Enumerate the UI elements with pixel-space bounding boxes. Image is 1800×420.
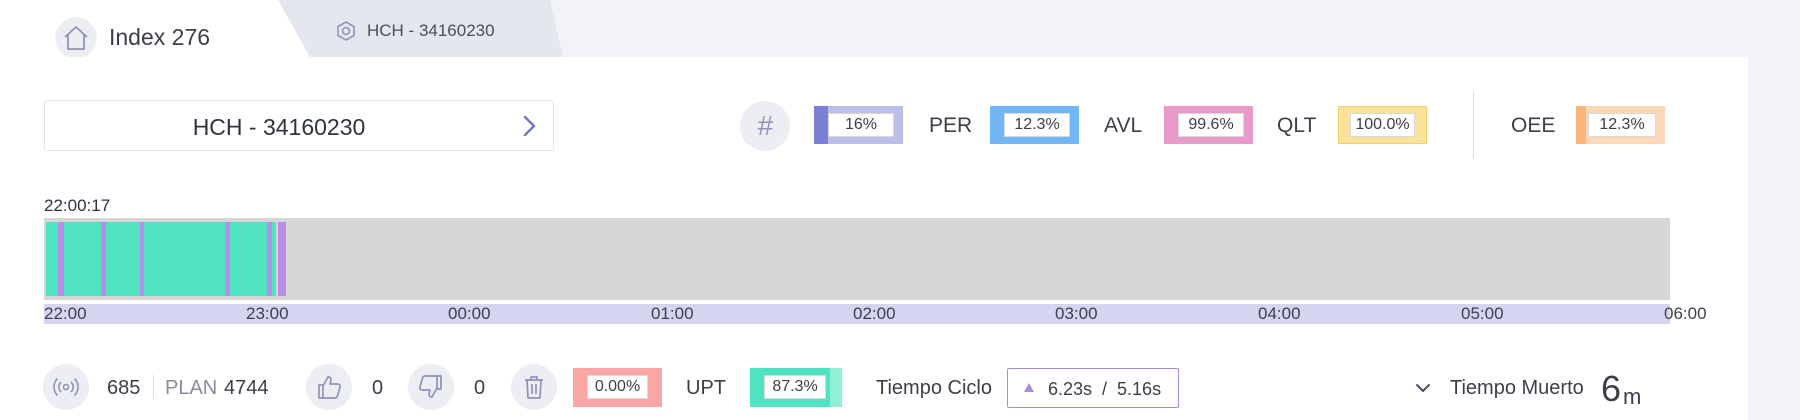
timeline-tick: 06:00 [1664,304,1707,323]
tab-machine-label: HCH - 34160230 [367,21,495,40]
timeline-tick: 04:00 [1258,304,1301,323]
cycle-time-box: 6.23s / 5.16s [1007,368,1179,408]
hash-icon[interactable]: # [740,101,790,151]
oee-label: OEE [1511,114,1556,137]
qlt-kpi-value: 100.0% [1350,113,1415,137]
hexagon-nut-icon [337,21,355,41]
timeline-start-time: 22:00:17 [44,196,111,215]
cycle-time-value: 6.23s / 5.16s [1048,379,1162,399]
trash-icon [525,376,543,399]
produced-divider [153,375,154,399]
per-label: PER [929,114,973,137]
tab-index-label: Index 276 [109,24,211,50]
timeline-segment-running[interactable] [144,222,225,296]
home-icon [64,26,88,50]
qlt-label: QLT [1277,114,1317,137]
timeline-segment-stop[interactable] [278,222,286,296]
produced-count: 685 [107,377,141,399]
home-button[interactable] [55,17,97,59]
timeline-tick: 03:00 [1055,304,1098,323]
thumbs-up-icon [318,376,341,399]
per-kpi: 12.3% [990,106,1079,144]
avl-label: AVL [1104,114,1143,137]
timeline-tick: 05:00 [1461,304,1504,323]
timeline-segment-running[interactable] [64,222,101,296]
timeline-tick: 02:00 [853,304,896,323]
machine-selector[interactable]: HCH - 34160230 [44,100,554,151]
per-kpi-value: 12.3% [1004,113,1070,137]
dead-time-value: 6 [1601,368,1622,409]
timeline-track[interactable] [44,218,1670,300]
avl-kpi: 99.6% [1164,106,1253,144]
good-count: 0 [372,377,384,399]
timeline-tick: 23:00 [246,304,289,323]
cycle-time-label: Tiempo Ciclo [876,377,992,399]
timeline-tick: 00:00 [448,304,491,323]
kpi-divider [1473,92,1474,158]
oee-kpi-strip [1576,106,1586,144]
timeline-tick: 22:00 [44,304,87,323]
production-button[interactable] [43,364,89,410]
timeline-segment-running[interactable] [230,222,267,296]
machine-selector-label: HCH - 34160230 [192,114,366,140]
upt-pill-rest [830,368,842,407]
chevron-down-icon[interactable] [1414,381,1432,395]
bad-button[interactable] [408,364,454,410]
count-kpi-strip [814,106,828,144]
bad-count: 0 [474,377,486,399]
thumbs-down-icon [419,375,442,398]
oee-kpi: 12.3% [1576,106,1665,144]
timeline-tick: 01:00 [651,304,694,323]
triangle-up-icon [1024,383,1034,392]
timeline-segment-running[interactable] [106,222,140,296]
timeline-segment-running[interactable] [46,222,58,296]
scrap-pill: 0.00% [573,368,662,407]
qlt-kpi: 100.0% [1338,106,1427,144]
dead-time-label[interactable]: Tiempo Muerto [1450,377,1584,400]
plan-value: 4744 [224,377,269,399]
good-button[interactable] [306,364,352,410]
dead-time-unit: m [1623,384,1642,409]
upt-value: 87.3% [764,375,826,399]
upt-label: UPT [686,377,726,399]
scrap-button[interactable] [511,364,557,410]
avl-kpi-value: 99.6% [1178,113,1244,137]
count-kpi: 16% [814,106,903,144]
upt-pill: 87.3% [750,368,842,407]
chevron-right-icon[interactable] [519,113,539,139]
oee-kpi-value: 12.3% [1588,113,1656,137]
signal-icon [53,377,79,397]
plan-label: PLAN [165,377,218,399]
count-kpi-value: 16% [828,113,894,137]
scrap-pct: 0.00% [587,375,648,399]
